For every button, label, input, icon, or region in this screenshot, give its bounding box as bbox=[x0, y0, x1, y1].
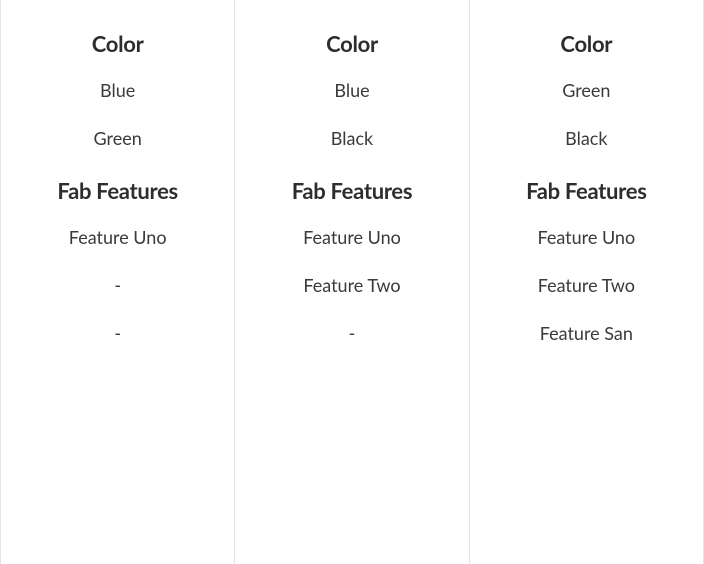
color-value: Green bbox=[11, 127, 224, 149]
features-header: Fab Features bbox=[480, 177, 693, 204]
feature-value: - bbox=[245, 322, 458, 344]
feature-value: Feature Uno bbox=[11, 226, 224, 248]
color-header: Color bbox=[245, 30, 458, 57]
features-section: Fab Features Feature Uno Feature Two Fea… bbox=[480, 177, 693, 344]
features-header: Fab Features bbox=[11, 177, 224, 204]
features-header: Fab Features bbox=[245, 177, 458, 204]
color-section: Color Blue Black bbox=[245, 30, 458, 149]
color-value: Green bbox=[480, 79, 693, 101]
color-section: Color Green Black bbox=[480, 30, 693, 149]
color-value: Blue bbox=[11, 79, 224, 101]
color-header: Color bbox=[11, 30, 224, 57]
feature-value: - bbox=[11, 322, 224, 344]
feature-value: Feature Two bbox=[245, 274, 458, 296]
feature-value: Feature Uno bbox=[480, 226, 693, 248]
comparison-column: Color Green Black Fab Features Feature U… bbox=[470, 0, 704, 564]
color-header: Color bbox=[480, 30, 693, 57]
color-value: Black bbox=[245, 127, 458, 149]
features-section: Fab Features Feature Uno - - bbox=[11, 177, 224, 344]
feature-value: Feature San bbox=[480, 322, 693, 344]
feature-value: Feature Uno bbox=[245, 226, 458, 248]
comparison-table: Color Blue Green Fab Features Feature Un… bbox=[0, 0, 704, 564]
comparison-column: Color Blue Black Fab Features Feature Un… bbox=[235, 0, 469, 564]
comparison-column: Color Blue Green Fab Features Feature Un… bbox=[0, 0, 235, 564]
feature-value: Feature Two bbox=[480, 274, 693, 296]
color-section: Color Blue Green bbox=[11, 30, 224, 149]
color-value: Blue bbox=[245, 79, 458, 101]
features-section: Fab Features Feature Uno Feature Two - bbox=[245, 177, 458, 344]
feature-value: - bbox=[11, 274, 224, 296]
color-value: Black bbox=[480, 127, 693, 149]
